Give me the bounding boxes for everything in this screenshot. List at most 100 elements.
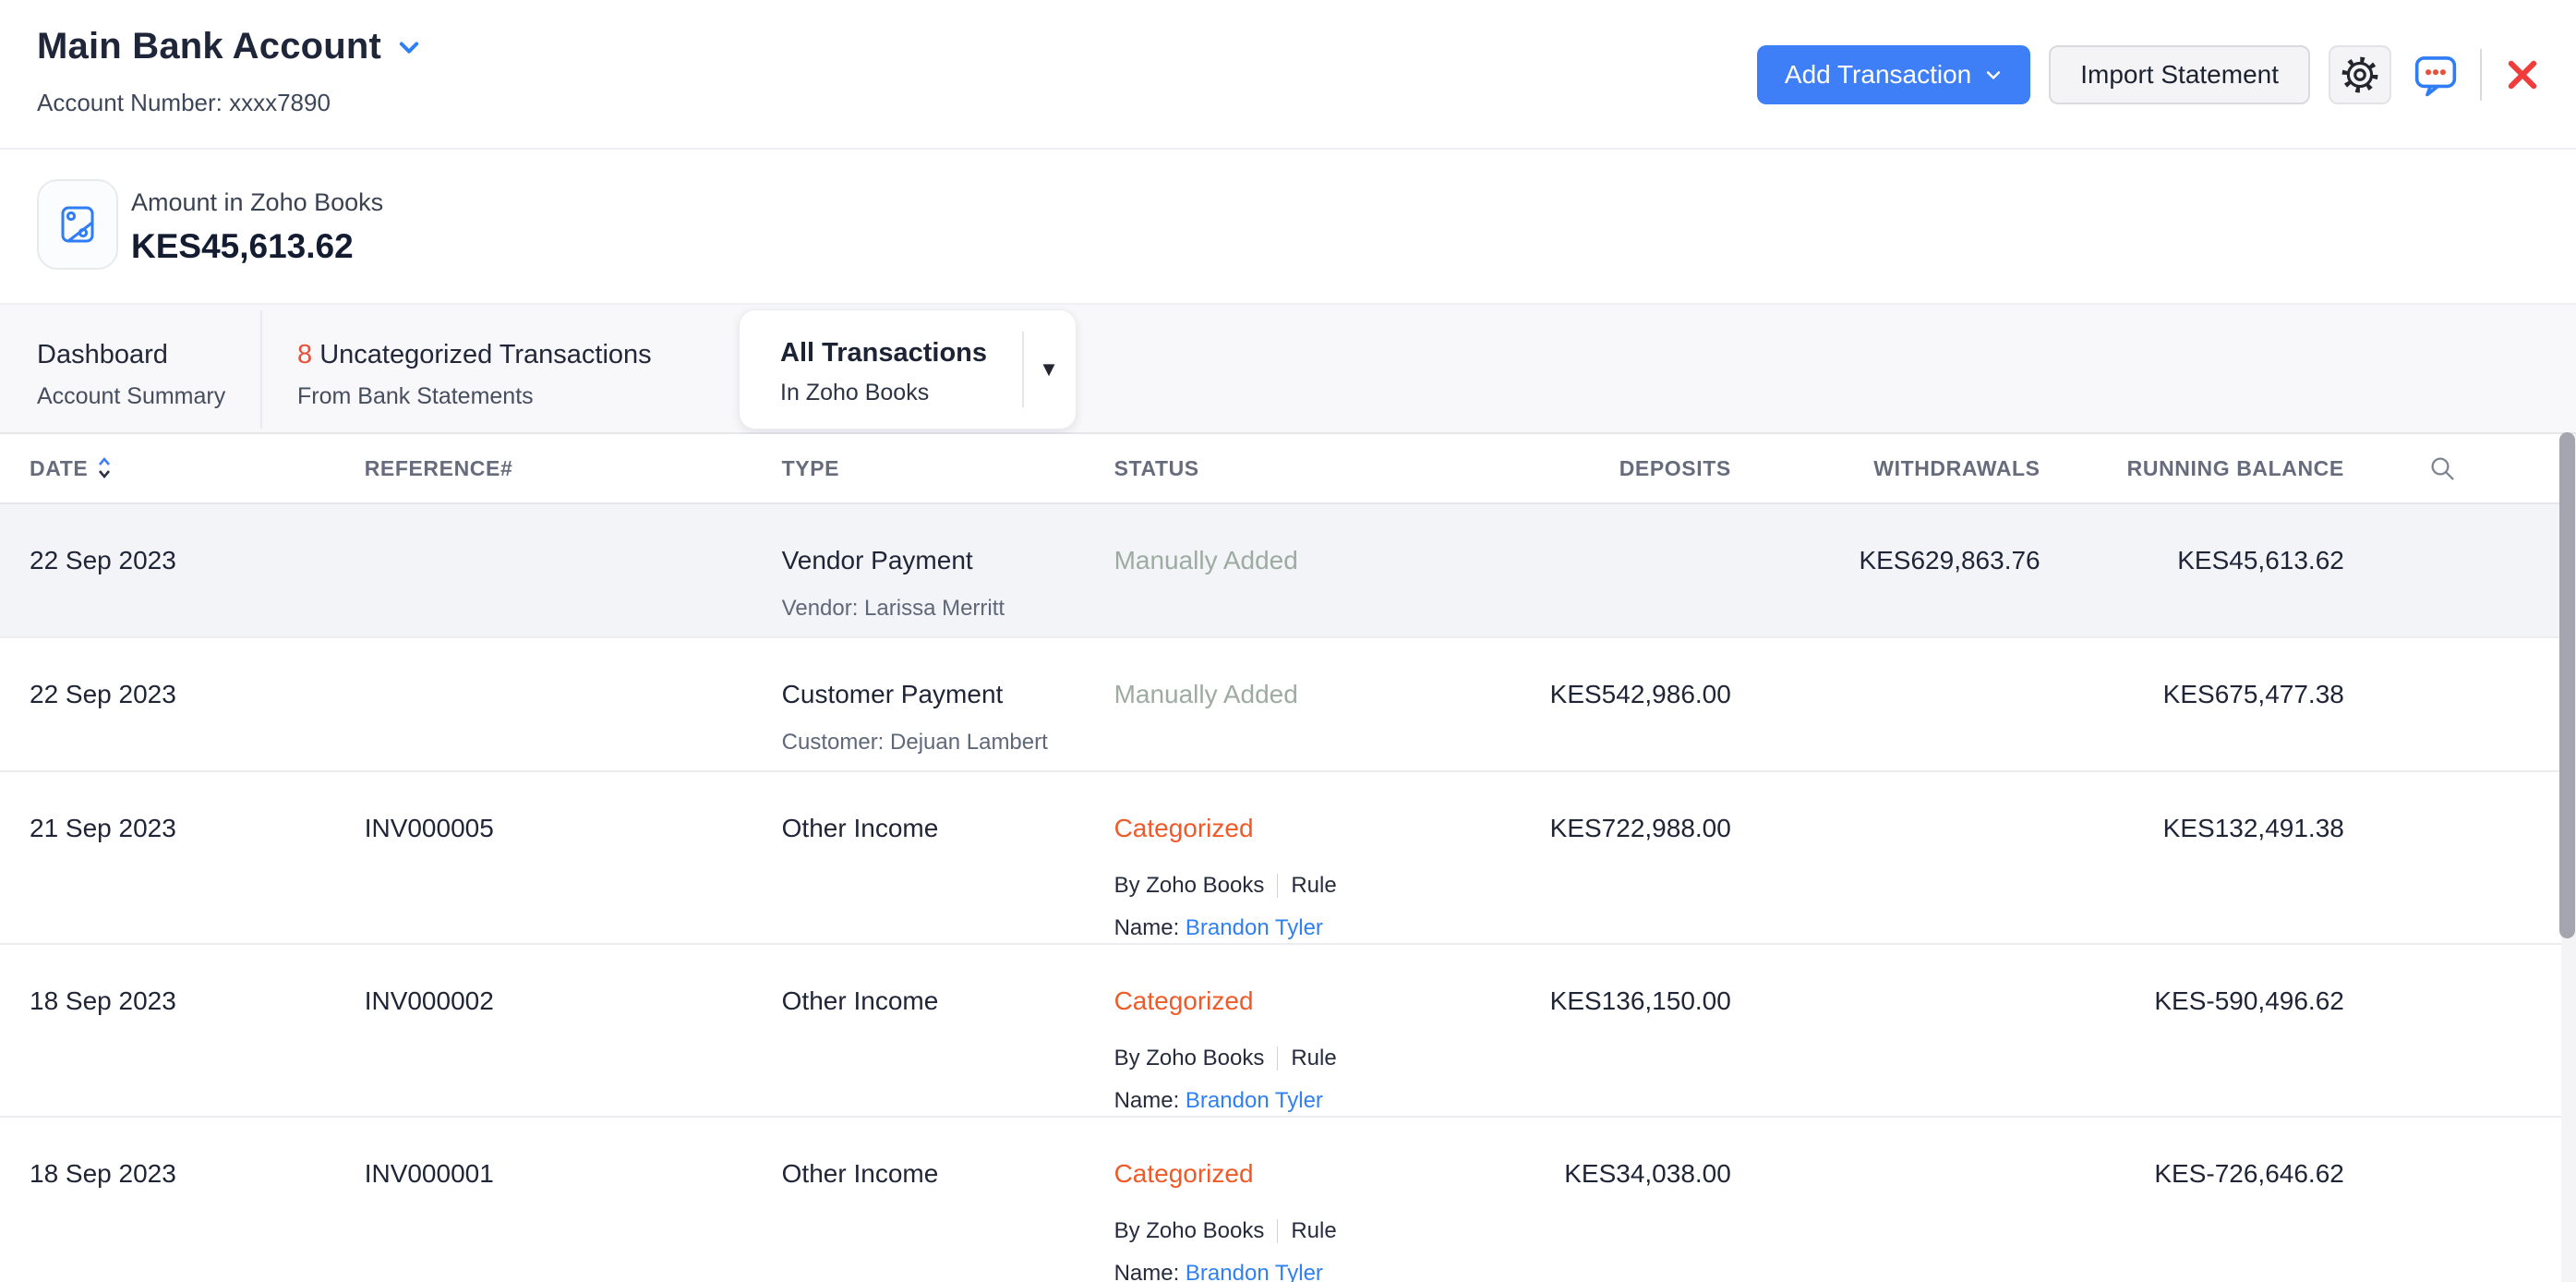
cell-spacer [2344, 1118, 2576, 1282]
table-row[interactable]: 22 Sep 2023 Customer Payment Customer: D… [0, 638, 2576, 772]
divider [260, 310, 262, 429]
type-main: Other Income [782, 986, 1085, 1017]
cell-type: Other Income [752, 945, 1085, 1116]
name-label: Name: [1114, 915, 1180, 940]
tab-uncategorized-title: Uncategorized Transactions [312, 340, 652, 369]
tab-dashboard[interactable]: Dashboard Account Summary [37, 305, 225, 432]
status-nameline: Name: Brandon Tyler [1114, 1260, 1461, 1282]
column-header-status: STATUS [1085, 456, 1461, 481]
cell-reference [335, 638, 752, 770]
topbar-actions: Add Transaction Import Statement [1757, 0, 2545, 150]
table-header-row: DATE REFERENCE# TYPE STATUS DEPOSITS WIT… [0, 434, 2576, 504]
table-row[interactable]: 22 Sep 2023 Vendor Payment Vendor: Laris… [0, 504, 2576, 638]
status-badge: Categorized [1114, 1158, 1461, 1190]
status-badge: Categorized [1114, 813, 1461, 844]
cell-status: Categorized By Zoho Books Rule Name: Bra… [1085, 1118, 1461, 1282]
cell-date: 22 Sep 2023 [0, 638, 335, 770]
column-header-withdrawals: WITHDRAWALS [1731, 456, 2040, 481]
status-byline: By Zoho Books Rule [1114, 1045, 1461, 1072]
cell-status: Manually Added [1085, 638, 1461, 770]
cell-reference: INV000005 [335, 772, 752, 943]
import-statement-label: Import Statement [2080, 60, 2279, 90]
amount-label: Amount in Zoho Books [131, 188, 383, 217]
status-badge: Manually Added [1114, 679, 1461, 710]
cell-spacer [2344, 772, 2576, 943]
tab-all-transactions-text: All Transactions In Zoho Books [780, 338, 987, 406]
table-row[interactable]: 21 Sep 2023 INV000005 Other Income Categ… [0, 772, 2576, 945]
transactions-table: DATE REFERENCE# TYPE STATUS DEPOSITS WIT… [0, 434, 2576, 1282]
status-nameline: Name: Brandon Tyler [1114, 914, 1461, 942]
cell-deposits: KES722,988.00 [1461, 772, 1731, 943]
column-header-date[interactable]: DATE [0, 455, 335, 481]
cell-spacer [2344, 638, 2576, 770]
table-row[interactable]: 18 Sep 2023 INV000002 Other Income Categ… [0, 945, 2576, 1118]
divider [1277, 1046, 1278, 1070]
cell-type: Vendor Payment Vendor: Larissa Merritt [752, 504, 1085, 636]
contact-link[interactable]: Brandon Tyler [1186, 1088, 1323, 1113]
caret-down-icon: ▼ [1039, 357, 1059, 381]
cell-type: Other Income [752, 772, 1085, 943]
close-button[interactable] [2500, 56, 2545, 93]
status-rule: Rule [1291, 1217, 1336, 1245]
contact-link[interactable]: Brandon Tyler [1186, 915, 1323, 940]
transactions-filter-dropdown[interactable]: ▼ [1022, 310, 1076, 429]
cell-withdrawals [1731, 638, 2040, 770]
tab-uncategorized-transactions[interactable]: 8 Uncategorized Transactions From Bank S… [297, 305, 652, 432]
tab-all-transactions[interactable]: All Transactions In Zoho Books ▼ [739, 309, 1077, 429]
zoho-books-iconbox [37, 179, 118, 270]
status-nameline: Name: Brandon Tyler [1114, 1087, 1461, 1115]
feedback-button[interactable] [2410, 51, 2462, 99]
type-main: Other Income [782, 1158, 1085, 1190]
zoho-books-icon [55, 202, 100, 247]
date-header-label: DATE [30, 456, 88, 481]
cell-balance: KES132,491.38 [2040, 772, 2344, 943]
chevron-down-icon [396, 34, 422, 60]
top-bar: Main Bank Account Account Number: xxxx78… [0, 0, 2576, 150]
tab-uncategorized-subtitle: From Bank Statements [297, 383, 652, 410]
name-label: Name: [1114, 1261, 1180, 1282]
type-sub: Vendor: Larissa Merritt [782, 595, 1085, 623]
type-main: Customer Payment [782, 679, 1085, 710]
divider [1277, 874, 1278, 898]
page-title: Main Bank Account [37, 26, 381, 67]
status-by: By Zoho Books [1114, 1217, 1265, 1245]
cell-date: 21 Sep 2023 [0, 772, 335, 943]
status-badge: Manually Added [1114, 545, 1461, 576]
account-selector[interactable]: Main Bank Account [37, 26, 422, 67]
cell-status: Manually Added [1085, 504, 1461, 636]
status-badge: Categorized [1114, 986, 1461, 1017]
cell-status: Categorized By Zoho Books Rule Name: Bra… [1085, 772, 1461, 943]
cell-deposits: KES542,986.00 [1461, 638, 1731, 770]
search-icon [2427, 454, 2457, 483]
tab-dashboard-title: Dashboard [37, 340, 225, 370]
column-header-reference: REFERENCE# [335, 456, 752, 481]
contact-link[interactable]: Brandon Tyler [1186, 1261, 1323, 1282]
view-tabs: Dashboard Account Summary 8 Uncategorize… [0, 305, 2576, 434]
cell-date: 18 Sep 2023 [0, 1118, 335, 1282]
account-number: Account Number: xxxx7890 [37, 89, 331, 117]
cell-balance: KES-590,496.62 [2040, 945, 2344, 1116]
cell-balance: KES-726,646.62 [2040, 1118, 2344, 1282]
settings-button[interactable] [2329, 45, 2391, 104]
cell-type: Other Income [752, 1118, 1085, 1282]
table-search-button[interactable] [2344, 454, 2576, 483]
sort-icon [97, 455, 112, 481]
import-statement-button[interactable]: Import Statement [2049, 45, 2310, 104]
tab-all-transactions-subtitle: In Zoho Books [780, 380, 987, 406]
status-byline: By Zoho Books Rule [1114, 1217, 1461, 1245]
cell-type: Customer Payment Customer: Dejuan Lamber… [752, 638, 1085, 770]
type-main: Other Income [782, 813, 1085, 844]
cell-status: Categorized By Zoho Books Rule Name: Bra… [1085, 945, 1461, 1116]
type-main: Vendor Payment [782, 545, 1085, 576]
cell-balance: KES675,477.38 [2040, 638, 2344, 770]
cell-reference [335, 504, 752, 636]
amount-summary: Amount in Zoho Books KES45,613.62 [0, 150, 2576, 305]
amount-value: KES45,613.62 [131, 227, 354, 266]
chevron-down-icon [1984, 66, 2003, 84]
divider [1277, 1219, 1278, 1243]
scrollbar-thumb[interactable] [2559, 432, 2575, 938]
table-row[interactable]: 18 Sep 2023 INV000001 Other Income Categ… [0, 1118, 2576, 1282]
add-transaction-button[interactable]: Add Transaction [1757, 45, 2030, 104]
status-by: By Zoho Books [1114, 872, 1265, 900]
tab-dashboard-subtitle: Account Summary [37, 383, 225, 410]
